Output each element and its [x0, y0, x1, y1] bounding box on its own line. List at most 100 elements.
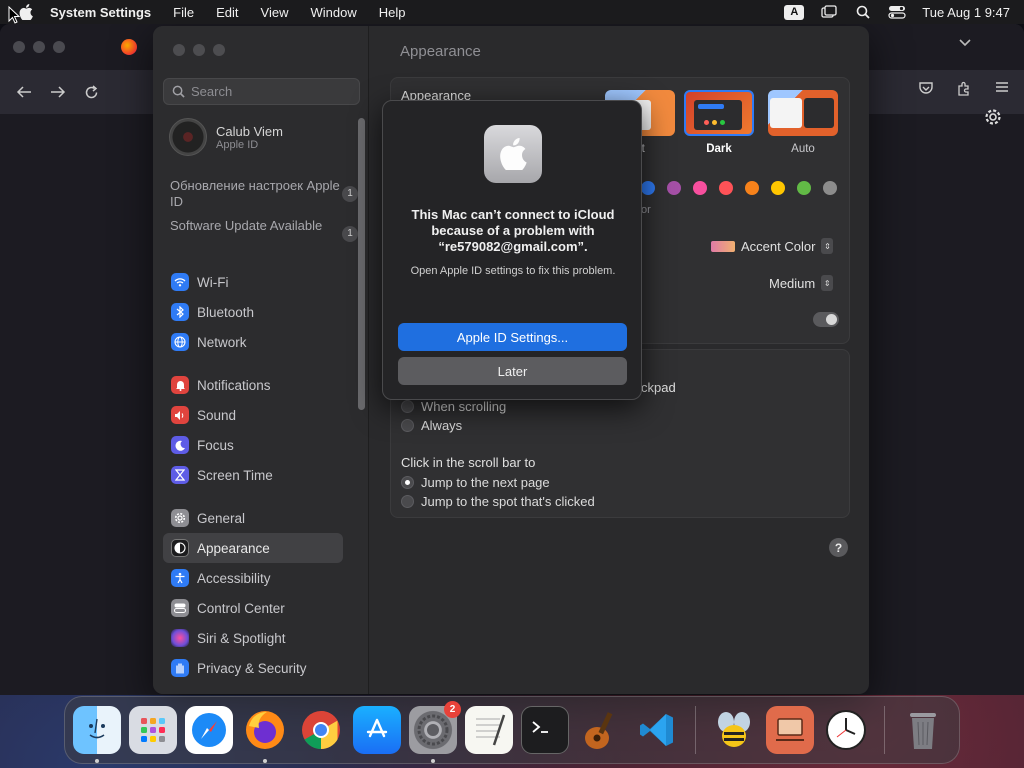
back-arrow-icon[interactable]	[16, 85, 32, 99]
accent-color-green[interactable]	[797, 181, 811, 195]
appstore-icon[interactable]	[353, 706, 401, 754]
highlight-color-popup[interactable]: Accent Color ⇕	[711, 238, 834, 254]
later-button[interactable]: Later	[398, 357, 627, 385]
accent-color-red[interactable]	[719, 181, 733, 195]
window-traffic-lights	[173, 44, 225, 56]
forward-arrow-icon[interactable]	[50, 85, 66, 99]
textedit-icon[interactable]	[465, 706, 513, 754]
bee-icon[interactable]	[710, 706, 758, 754]
notification-badge: 2	[444, 701, 461, 718]
wallpaper-tinting-toggle[interactable]	[813, 312, 839, 327]
control-center-icon[interactable]	[888, 4, 906, 20]
scroll-option-always[interactable]: Always	[401, 418, 462, 433]
click-option-spot-clicked[interactable]: Jump to the spot that's clicked	[401, 494, 595, 509]
click-option-next-page[interactable]: Jump to the next page	[401, 475, 550, 490]
browser-close-button[interactable]	[13, 41, 25, 53]
sidebar-item-accessibility[interactable]: Accessibility	[163, 563, 343, 593]
close-button[interactable]	[173, 44, 185, 56]
firefox-icon[interactable]	[241, 706, 289, 763]
browser-zoom-button[interactable]	[53, 41, 65, 53]
sidebar-item-label: Screen Time	[197, 467, 273, 483]
notice-count-badge: 1	[342, 226, 358, 242]
accent-color-yellow[interactable]	[771, 181, 785, 195]
sidebar-item-sound[interactable]: Sound	[163, 400, 343, 430]
radio-button	[401, 400, 414, 413]
zoom-button[interactable]	[213, 44, 225, 56]
sidebar-icon-size-popup[interactable]: Medium ⇕	[769, 275, 834, 291]
safari-icon[interactable]	[185, 706, 233, 754]
chevron-down-icon[interactable]	[958, 38, 972, 48]
sidebar-item-general[interactable]: General	[163, 503, 343, 533]
sidebar-item-bluetooth[interactable]: Bluetooth	[163, 297, 343, 327]
pocket-icon[interactable]	[918, 80, 934, 96]
menu-file[interactable]: File	[173, 5, 194, 20]
reload-icon[interactable]	[84, 84, 99, 100]
sidebar-item-appearance[interactable]: Appearance	[163, 533, 343, 563]
menu-view[interactable]: View	[261, 5, 289, 20]
sidebar-item-screen-time[interactable]: Screen Time	[163, 460, 343, 490]
help-button[interactable]: ?	[829, 538, 848, 557]
radio-button	[401, 495, 414, 508]
system-settings-icon[interactable]: 2	[409, 701, 461, 763]
accent-color-orange[interactable]	[745, 181, 759, 195]
garageband-icon[interactable]	[577, 706, 625, 754]
scroll-option-when-scrolling[interactable]: When scrolling	[401, 399, 506, 414]
extensions-icon[interactable]	[956, 80, 972, 96]
launchpad-icon[interactable]	[129, 706, 177, 754]
trash-icon[interactable]	[899, 706, 947, 754]
sidebar-item-wifi[interactable]: Wi-Fi	[163, 267, 343, 297]
sidebar-scrollbar[interactable]	[358, 118, 365, 410]
hourglass-icon	[171, 466, 189, 484]
sidebar-item-focus[interactable]: Focus	[163, 430, 343, 460]
apple-id-settings-button[interactable]: Apple ID Settings...	[398, 323, 627, 351]
remote-desktop-icon[interactable]	[766, 706, 814, 754]
accent-color-blue[interactable]	[641, 181, 655, 195]
sidebar-item-privacy-security[interactable]: Privacy & Security	[163, 653, 343, 683]
hand-icon	[171, 659, 189, 677]
apple-id-account[interactable]: Calub Viem Apple ID	[169, 118, 283, 156]
sidebar-item-label: Bluetooth	[197, 304, 255, 320]
screen-mirroring-icon[interactable]	[820, 4, 838, 20]
radio-label: Jump to the next page	[421, 475, 550, 490]
accent-color-pink[interactable]	[693, 181, 707, 195]
search-input[interactable]	[191, 84, 351, 99]
app-name-menu[interactable]: System Settings	[50, 5, 151, 20]
menu-edit[interactable]: Edit	[216, 5, 238, 20]
terminal-icon[interactable]	[521, 706, 569, 754]
mode-thumb-auto[interactable]	[768, 90, 838, 136]
hamburger-menu-icon[interactable]	[994, 80, 1010, 94]
radio-label: When scrolling	[421, 399, 507, 414]
menu-bar-clock[interactable]: Tue Aug 1 9:47	[922, 5, 1010, 20]
accessibility-icon	[171, 569, 189, 587]
sidebar-item-network[interactable]: Network	[163, 327, 343, 357]
sidebar-search-field[interactable]	[163, 78, 360, 105]
accent-color-graphite[interactable]	[823, 181, 837, 195]
gear-icon[interactable]	[984, 108, 1002, 126]
sidebar-item-control-center[interactable]: Control Center	[163, 593, 343, 623]
chrome-icon[interactable]	[297, 706, 345, 754]
sidebar-item-label: Appearance	[197, 540, 270, 556]
popup-stepper-icon: ⇕	[821, 238, 834, 254]
input-source-icon[interactable]: A	[784, 4, 805, 20]
minimize-button[interactable]	[193, 44, 205, 56]
apple-id-update-notice[interactable]: Обновление настроек Apple ID 1	[170, 178, 358, 210]
spotlight-search-icon[interactable]	[854, 4, 872, 20]
color-swatch-icon	[711, 240, 735, 252]
mode-thumb-dark[interactable]	[684, 90, 754, 136]
notice-label: Software Update Available	[170, 218, 323, 233]
globe-icon	[171, 333, 189, 351]
wifi-icon	[171, 273, 189, 291]
accent-color-purple[interactable]	[667, 181, 681, 195]
vscode-icon[interactable]	[633, 706, 681, 754]
accent-row-fragment: or	[641, 204, 651, 216]
appearance-icon	[171, 539, 189, 557]
sidebar-item-notifications[interactable]: Notifications	[163, 370, 343, 400]
browser-minimize-button[interactable]	[33, 41, 45, 53]
sidebar-item-siri-spotlight[interactable]: Siri & Spotlight	[163, 623, 343, 653]
firefox-tab-icon[interactable]	[121, 39, 137, 55]
finder-icon[interactable]	[73, 706, 121, 763]
menu-window[interactable]: Window	[310, 5, 356, 20]
menu-help[interactable]: Help	[379, 5, 406, 20]
software-update-notice[interactable]: Software Update Available 1	[170, 218, 358, 242]
clock-icon[interactable]	[822, 706, 870, 754]
